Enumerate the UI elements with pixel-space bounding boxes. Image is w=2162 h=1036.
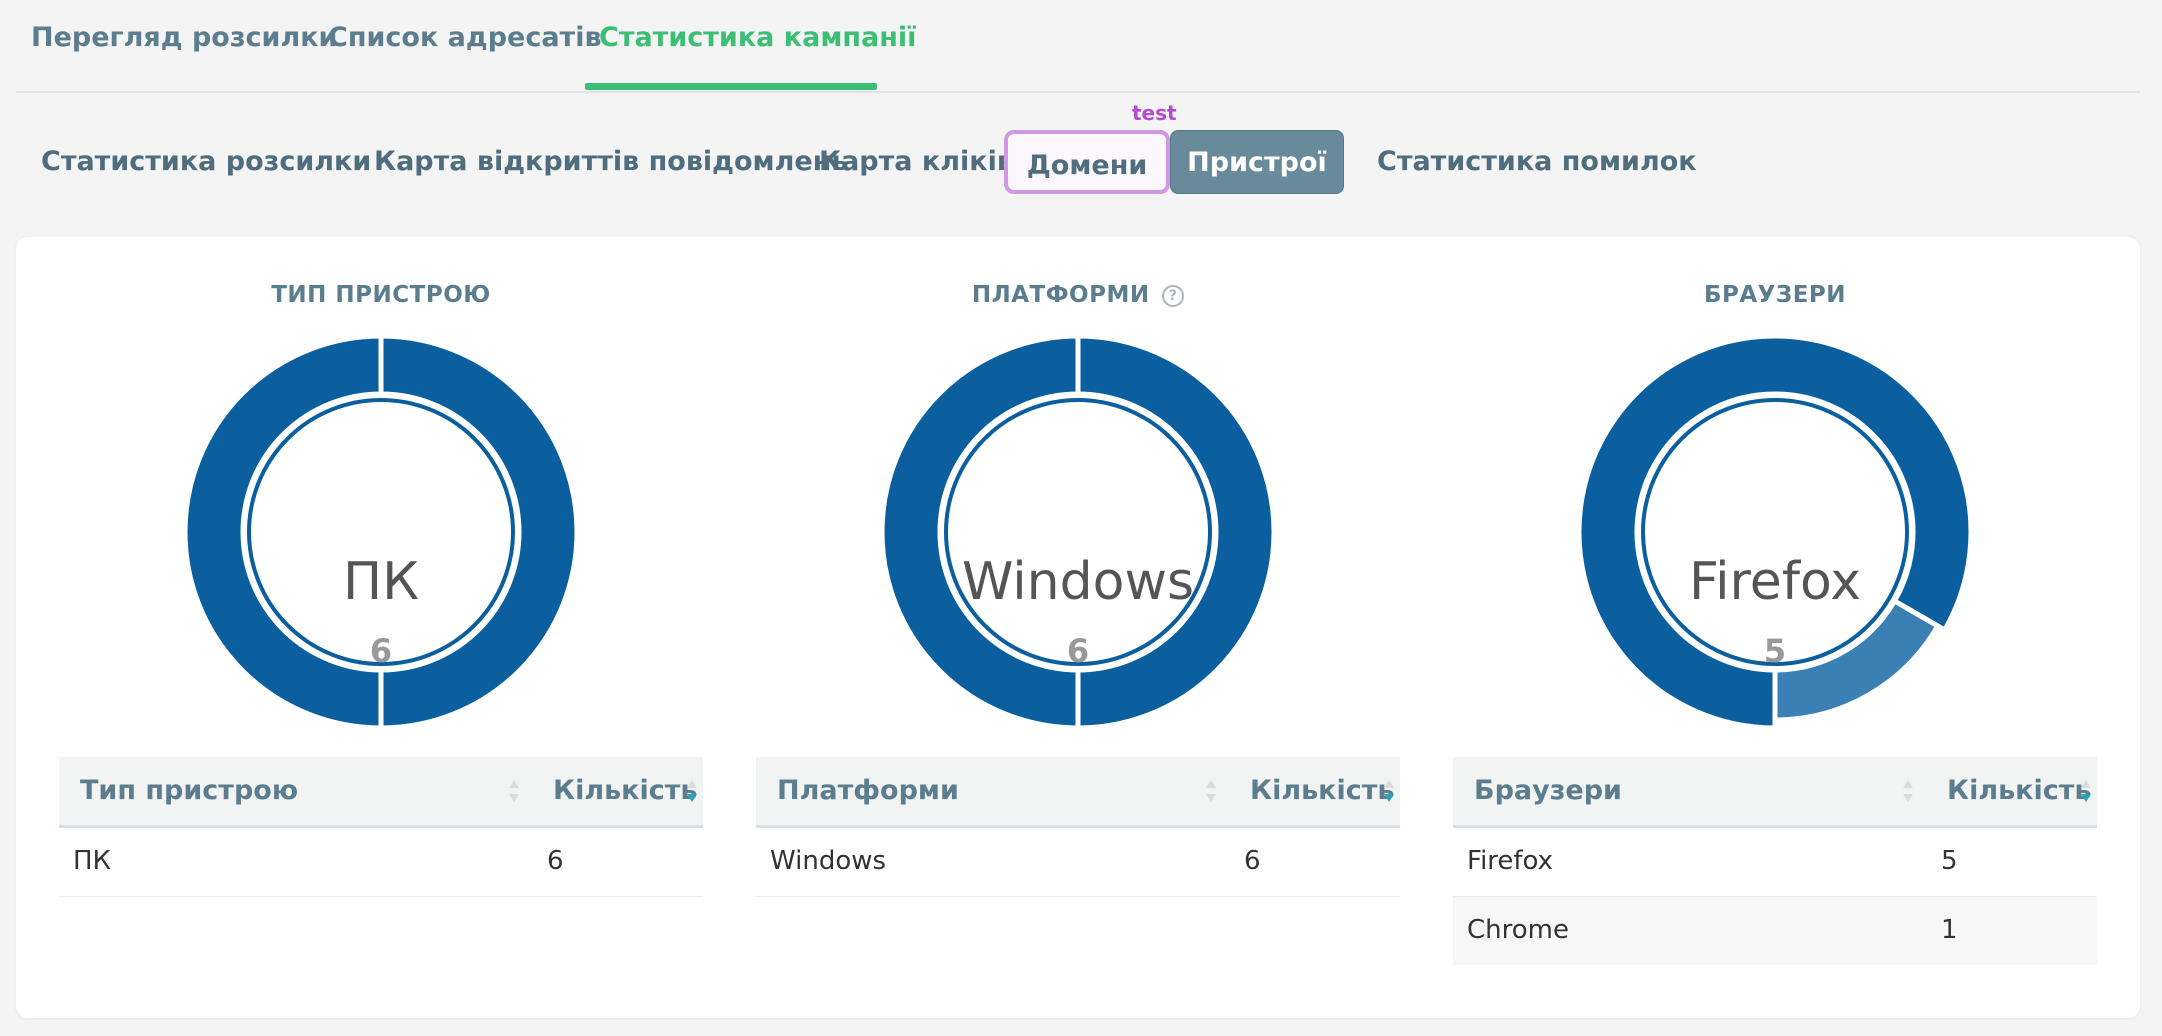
browsers-panel: БРАУЗЕРИ Firefox 5 Браузери Кількість Fi… [1453, 237, 2097, 1018]
device-type-panel: ТИП ПРИСТРОЮ ПК 6 Тип пристрою Кількість… [59, 237, 703, 1018]
subtab-opens-map[interactable]: Карта відкриттів повідомлень [374, 130, 848, 194]
tab-mailing-preview[interactable]: Перегляд розсилки [31, 22, 337, 66]
tab-recipient-list[interactable]: Список адресатів [328, 22, 602, 66]
panel-title: ТИП ПРИСТРОЮ [59, 282, 703, 308]
cell-name: Firefox [1467, 846, 1554, 876]
column-header-name[interactable]: Тип пристрою [80, 775, 298, 806]
donut-center-label: Windows [961, 552, 1195, 612]
donut-inner-ring [247, 398, 515, 666]
tab-campaign-stats[interactable]: Статистика кампанії [599, 22, 916, 66]
panel-title-text: БРАУЗЕРИ [1703, 282, 1847, 308]
table-header: Тип пристрою Кількість [59, 757, 703, 828]
donut-center-label: ПК [342, 552, 420, 612]
column-header-count[interactable]: Кількість [1947, 775, 2091, 806]
table-row: Firefox 5 [1453, 828, 2097, 897]
column-header-name[interactable]: Браузери [1474, 775, 1622, 806]
donut-chart [879, 333, 1277, 731]
cell-count: 5 [1941, 846, 1958, 876]
donut-inner-ring [1641, 398, 1909, 666]
cell-name: Windows [770, 846, 887, 876]
sort-both-icon[interactable] [1901, 777, 1915, 805]
subtab-domains[interactable]: Домени [1004, 130, 1170, 194]
table-header: Платформи Кількість [756, 757, 1400, 828]
cell-name: ПК [73, 846, 112, 876]
donut-chart [1576, 333, 1974, 731]
cell-count: 6 [547, 846, 564, 876]
subtab-mailing-stats[interactable]: Статистика розсилки [41, 130, 371, 194]
table-row: Windows 6 [756, 828, 1400, 897]
subtab-devices[interactable]: Пристрої [1170, 130, 1344, 194]
sort-both-icon[interactable] [507, 777, 521, 805]
sort-desc-icon[interactable] [2079, 777, 2093, 805]
device-type-donut: ПК 6 [59, 332, 703, 732]
column-header-name[interactable]: Платформи [777, 775, 959, 806]
sort-desc-icon[interactable] [1382, 777, 1396, 805]
subtab-error-stats[interactable]: Статистика помилок [1377, 130, 1697, 194]
donut-center-label: Firefox [1688, 552, 1862, 612]
donut-center-count: 6 [1066, 632, 1090, 670]
platforms-table: Платформи Кількість Windows 6 [756, 757, 1400, 897]
active-tab-indicator [585, 83, 877, 90]
cell-name: Chrome [1467, 915, 1569, 945]
device-type-table: Тип пристрою Кількість ПК 6 [59, 757, 703, 897]
cell-count: 1 [1941, 915, 1958, 945]
panel-title: ПЛАТФОРМИ ? [756, 282, 1400, 308]
top-tabs: Перегляд розсилки Список адресатів Стати… [16, 0, 2140, 93]
panel-title: БРАУЗЕРИ [1453, 282, 2097, 308]
panel-title-text: ПЛАТФОРМИ [971, 282, 1150, 308]
column-header-count[interactable]: Кількість [1250, 775, 1394, 806]
browsers-table: Браузери Кількість Firefox 5 Chrome 1 [1453, 757, 2097, 965]
table-row: ПК 6 [59, 828, 703, 897]
stats-card: ТИП ПРИСТРОЮ ПК 6 Тип пристрою Кількість… [16, 237, 2140, 1018]
column-header-count[interactable]: Кількість [553, 775, 697, 806]
donut-center-count: 6 [369, 632, 393, 670]
donut-chart [182, 333, 580, 731]
sort-desc-icon[interactable] [685, 777, 699, 805]
table-row: Chrome 1 [1453, 897, 2097, 965]
sort-both-icon[interactable] [1204, 777, 1218, 805]
cell-count: 6 [1244, 846, 1261, 876]
table-header: Браузери Кількість [1453, 757, 2097, 828]
panel-title-text: ТИП ПРИСТРОЮ [271, 282, 491, 308]
sub-tabs: Статистика розсилки Карта відкриттів пов… [0, 110, 2162, 210]
donut-inner-ring [944, 398, 1212, 666]
platforms-panel: ПЛАТФОРМИ ? Windows 6 Платформи Кількіст… [756, 237, 1400, 1018]
subtab-clicks-map[interactable]: Карта кліків [819, 130, 1014, 194]
browsers-donut: Firefox 5 [1453, 332, 2097, 732]
help-icon[interactable]: ? [1162, 284, 1185, 307]
platforms-donut: Windows 6 [756, 332, 1400, 732]
donut-center-count: 5 [1763, 632, 1787, 670]
